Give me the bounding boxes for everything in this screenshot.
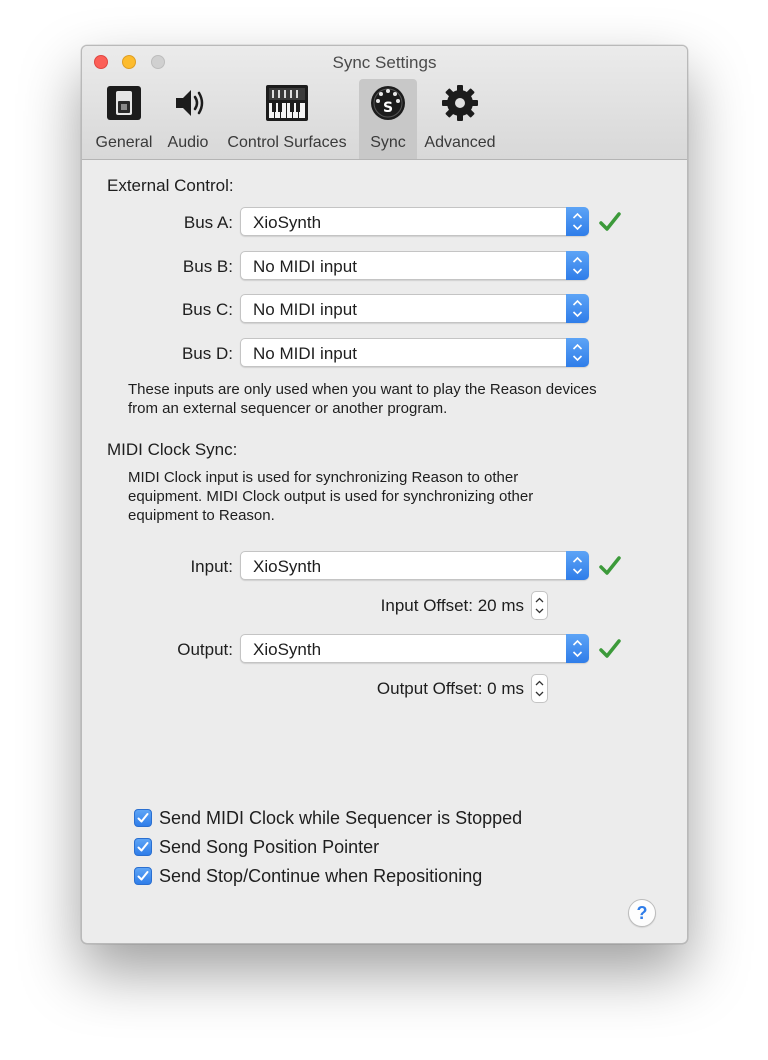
help-button[interactable]: ? [628,899,656,927]
clock-input-label: Input: [190,557,233,576]
input-offset-label: Input Offset: 20 ms [380,596,524,615]
title-bar: Sync Settings General Audio Control Surf… [82,46,687,160]
midi-clock-sync-heading: MIDI Clock Sync: [107,440,238,459]
bus-b-label: Bus B: [182,257,233,276]
tab-control-surfaces[interactable]: Control Surfaces [220,79,354,159]
updown-arrows-icon [566,207,589,236]
keyboard-icon [266,85,308,121]
speaker-icon [176,90,204,116]
checkbox-checked[interactable] [134,867,152,885]
window-title: Sync Settings [332,53,437,72]
clock-input-ok-checkmark-icon [599,556,621,575]
midi-plug-icon: S [371,86,405,120]
switch-icon [107,86,141,120]
option-label: Send Song Position Pointer [159,837,380,857]
checkmark-icon [137,813,149,823]
bus-d-label: Bus D: [181,344,233,363]
checkmark-icon [137,842,149,852]
clock-output-value: XioSynth [253,640,322,659]
checkmark-icon [137,871,149,881]
bus-c-value: No MIDI input [253,300,357,319]
updown-arrows-icon [566,294,589,323]
bus-b-popup[interactable]: No MIDI input [240,251,589,280]
midi-clock-desc-line-3: equipment to Reason. [128,507,275,524]
tab-advanced-label: Advanced [424,134,496,151]
sync-pane: External Control: Bus A: XioSynth Bus B:… [82,160,687,943]
bus-a-label: Bus A: [183,213,233,232]
updown-arrows-icon [566,338,589,367]
tab-audio[interactable]: Audio [162,79,214,159]
midi-clock-desc-line-1: MIDI Clock input is used for synchronizi… [128,469,519,486]
tab-advanced[interactable]: Advanced [420,79,500,159]
svg-text:S: S [383,100,393,116]
output-offset-stepper[interactable] [531,674,548,703]
bus-a-ok-checkmark-icon [599,212,621,231]
updown-arrows-icon [566,551,589,580]
external-control-heading: External Control: [107,176,234,195]
bus-d-value: No MIDI input [253,344,357,363]
clock-output-popup[interactable]: XioSynth [240,634,589,663]
bus-c-label: Bus C: [181,300,233,319]
output-offset-label: Output Offset: 0 ms [376,679,524,698]
clock-output-ok-checkmark-icon [599,639,621,658]
external-control-note-line-1: These inputs are only used when you want… [128,381,597,398]
midi-clock-desc-line-2: equipment. MIDI Clock output is used for… [128,488,534,505]
checkbox-checked[interactable] [134,809,152,827]
updown-arrows-icon [566,634,589,663]
input-offset-stepper[interactable] [531,591,548,620]
updown-arrows-icon [566,251,589,280]
bus-c-popup[interactable]: No MIDI input [240,294,589,323]
tab-sync[interactable]: S Sync [359,79,417,159]
sync-settings-window: Sync Settings General Audio Control Surf… [81,45,688,944]
stepper-arrows-icon [535,680,544,697]
bus-a-popup[interactable]: XioSynth [240,207,589,236]
option-label: Send Stop/Continue when Repositioning [159,866,483,886]
clock-input-value: XioSynth [253,557,322,576]
stepper-arrows-icon [535,597,544,614]
gear-icon [442,85,478,121]
clock-output-label: Output: [177,640,233,659]
tab-general-label: General [95,134,153,151]
option-label: Send MIDI Clock while Sequencer is Stopp… [159,808,523,828]
bus-d-popup[interactable]: No MIDI input [240,338,589,367]
tab-general[interactable]: General [88,79,160,159]
tab-sync-label: Sync [370,134,406,151]
checkbox-checked[interactable] [134,838,152,856]
tab-control-surfaces-label: Control Surfaces [227,134,347,151]
tab-audio-label: Audio [167,134,209,151]
bus-a-value: XioSynth [253,213,322,232]
bus-b-value: No MIDI input [253,257,357,276]
clock-input-popup[interactable]: XioSynth [240,551,589,580]
external-control-note-line-2: from an external sequencer or another pr… [128,400,448,417]
